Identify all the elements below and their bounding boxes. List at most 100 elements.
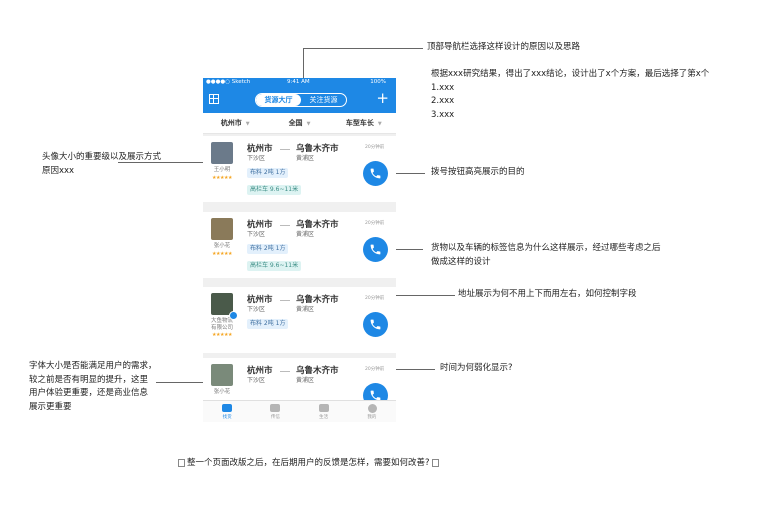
tags-note-line: 做成这样的设计: [431, 256, 491, 267]
annotation-tags: 货物以及车辆的标签信息为什么这样展示，经过哪些考虑之后 做成这样的设计: [431, 242, 661, 269]
font-note-line: 用户体验更重要，还是商业信息: [29, 388, 149, 398]
origin-district: 下沙区: [247, 155, 266, 162]
research-line: 1.xxx: [431, 82, 455, 93]
filter-destination[interactable]: 全国 ▼: [267, 113, 331, 133]
tab-find-cargo[interactable]: 找货: [203, 401, 251, 422]
annotation-research: 根据xxx研究结果，得出了xxx结论，设计出了x个方案，最后选择了第x个 1.x…: [431, 68, 709, 122]
carrier-label: ●●●●○ Sketch: [206, 79, 251, 85]
tab-label: 我的: [367, 415, 377, 420]
cargo-card[interactable]: 大鱼物流 有限公司 ★★★★★ 杭州市 下沙区 乌鲁木齐市 黄浦区 20分钟前 布料 2吨 1方: [203, 287, 396, 353]
post-time: 20分钟前: [365, 296, 385, 301]
cargo-tag: 布料 2吨 1方: [247, 168, 289, 178]
annotation-feedback: 整一个页面改版之后，在后期用户的反馈是怎样，需要如何改善?: [176, 456, 441, 468]
shipper-name: 张小花: [213, 389, 231, 395]
top-nav: 货源大厅 关注货源 +: [203, 87, 396, 113]
avatar-note-line: 原因xxx: [42, 165, 75, 176]
destination-district: 黄浦区: [296, 377, 315, 384]
post-time: 20分钟前: [365, 221, 385, 226]
chevron-down-icon: ▼: [306, 121, 311, 127]
shipper-name: 大鱼物流 有限公司: [210, 318, 233, 331]
cargo-card[interactable]: 张小花 ★★★★★ 杭州市 下沙区 乌鲁木齐市 黄浦区 20分钟前 布料 2吨 1方 高栏车 9…: [203, 212, 396, 278]
annotation-font: 字体大小是否能满足用户的需求， 较之前是否有明显的提升，这里 用户体验更重要，还…: [29, 360, 157, 414]
call-button[interactable]: [363, 312, 388, 337]
avatar[interactable]: [211, 364, 233, 386]
tab-life[interactable]: 生活: [300, 401, 348, 422]
shipper-name: 张小花: [213, 243, 231, 249]
call-button[interactable]: [363, 237, 388, 262]
route-dash: [280, 371, 290, 372]
filter-label: 杭州市: [220, 119, 242, 127]
mail-icon: [270, 404, 281, 412]
filter-label: 车型车长: [345, 119, 374, 127]
chevron-down-icon: ▼: [377, 121, 382, 127]
tags-note-line: 货物以及车辆的标签信息为什么这样展示，经过哪些考虑之后: [431, 243, 661, 253]
annotation-address: 地址展示为何不用上下而用左右，如何控制字段: [458, 289, 637, 299]
annotation-avatar: 头像大小的重要级以及展示方式 原因xxx: [42, 151, 161, 178]
battery-label: 100%: [370, 79, 386, 85]
post-time: 20分钟前: [365, 367, 385, 372]
chevron-down-icon: ▼: [245, 121, 250, 127]
shipper-name: 王小明: [213, 167, 231, 173]
user-icon: [367, 404, 377, 413]
font-note-line: 展示更重要: [29, 401, 72, 412]
filter-origin[interactable]: 杭州市 ▼: [203, 113, 267, 133]
research-line: 2.xxx: [431, 96, 455, 106]
chat-icon: [222, 404, 233, 412]
truck-tag: 高栏车 9.6~11米: [247, 185, 302, 195]
research-line: 根据xxx研究结果，得出了xxx结论，设计出了x个方案，最后选择了第x个: [431, 69, 710, 79]
phone-icon: [370, 319, 381, 330]
filter-truck-type[interactable]: 车型车长 ▼: [332, 113, 396, 133]
cargo-card[interactable]: 王小明 ★★★★★ 杭州市 下沙区 乌鲁木齐市 黄浦区 20分钟前 布料 2吨 1方 高栏车 9…: [203, 136, 396, 202]
tab-me[interactable]: 我的: [348, 401, 396, 422]
tab-bar: 找货 传信 生活 我的: [203, 400, 396, 422]
status-bar: ●●●●○ Sketch 9:41 AM 100%: [203, 78, 396, 87]
gift-icon[interactable]: [209, 94, 219, 104]
rating-stars: ★★★★★: [212, 332, 232, 338]
status-time: 9:41 AM: [287, 79, 310, 85]
origin-district: 下沙区: [247, 306, 266, 313]
phone-icon: [370, 244, 381, 255]
post-time: 20分钟前: [365, 145, 385, 150]
route-dash: [280, 225, 290, 226]
destination-district: 黄浦区: [296, 306, 315, 313]
feedback-text: 整一个页面改版之后，在后期用户的反馈是怎样，需要如何改善?: [187, 458, 430, 468]
font-note-line: 较之前是否有明显的提升，这里: [29, 374, 149, 385]
annotation-time: 时间为何弱化显示?: [440, 363, 513, 373]
phone-mockup: ●●●●○ Sketch 9:41 AM 100% 货源大厅 关注货源 + 杭州…: [203, 78, 396, 422]
route-dash: [280, 149, 290, 150]
origin-district: 下沙区: [247, 377, 266, 384]
add-icon[interactable]: +: [376, 91, 389, 106]
tab-label: 传信: [270, 415, 280, 420]
verified-badge: [229, 311, 238, 320]
cargo-tag: 布料 2吨 1方: [247, 319, 289, 329]
filter-label: 全国: [288, 119, 303, 127]
bracket-icon: [431, 458, 439, 467]
tab-followed-cargo[interactable]: 关注货源: [301, 94, 346, 106]
tab-label: 生活: [319, 415, 329, 420]
destination-district: 黄浦区: [296, 155, 315, 162]
segment-control: 货源大厅 关注货源: [255, 93, 347, 107]
tab-label: 找货: [222, 415, 232, 420]
destination-district: 黄浦区: [296, 231, 315, 238]
rating-stars: ★★★★★: [212, 251, 232, 257]
annotation-call-button: 拨号按钮高亮展示的目的: [431, 167, 525, 177]
annotation-top-nav: 顶部导航栏选择这样设计的原因以及思路: [427, 42, 581, 52]
call-button[interactable]: [363, 161, 388, 186]
rating-stars: ★★★★★: [212, 175, 232, 181]
avatar-note-line: 头像大小的重要级以及展示方式: [42, 152, 162, 162]
tab-cargo-hall[interactable]: 货源大厅: [256, 94, 301, 106]
shop-icon: [318, 404, 329, 412]
cargo-tag: 布料 2吨 1方: [247, 244, 289, 254]
route-dash: [280, 300, 290, 301]
truck-tag: 高栏车 9.6~11米: [247, 261, 302, 271]
bracket-icon: [178, 458, 185, 467]
origin-district: 下沙区: [247, 231, 266, 238]
font-note-line: 字体大小是否能满足用户的需求，: [29, 361, 157, 371]
phone-icon: [370, 168, 381, 179]
avatar[interactable]: [211, 218, 233, 240]
connector-line: [303, 48, 423, 49]
tab-messages[interactable]: 传信: [251, 401, 299, 422]
avatar[interactable]: [211, 142, 233, 164]
research-line: 3.xxx: [431, 109, 455, 120]
filter-bar: 杭州市 ▼ 全国 ▼ 车型车长 ▼: [203, 113, 396, 134]
